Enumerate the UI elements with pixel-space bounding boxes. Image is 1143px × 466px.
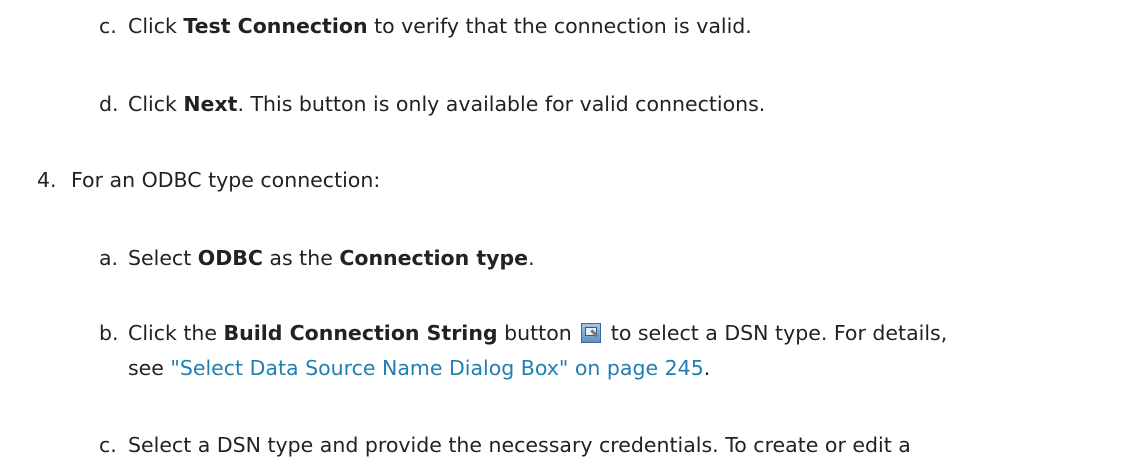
text: For an ODBC type connection:	[71, 168, 381, 192]
bold-text: Connection type	[339, 246, 529, 270]
bold-text: Build Connection String	[223, 321, 498, 345]
text: Select a DSN type and provide the necess…	[128, 433, 911, 457]
text: to select a DSN type. For details,	[604, 321, 948, 345]
bold-text: Test Connection	[183, 14, 368, 38]
step-marker-d: d.	[99, 92, 119, 116]
text: . This button is only available for vali…	[237, 92, 766, 116]
step-4-odbc-heading: For an ODBC type connection:	[71, 166, 380, 194]
build-connection-string-icon	[581, 323, 602, 343]
select-dsn-dialog-link[interactable]: "Select Data Source Name Dialog Box" on …	[170, 356, 703, 380]
text: Select	[128, 246, 198, 270]
text: Click	[128, 14, 184, 38]
bold-text: Next	[183, 92, 238, 116]
step-b-see-also: see "Select Data Source Name Dialog Box"…	[128, 354, 710, 382]
step-b-build-connection: Click the Build Connection String button…	[128, 319, 947, 347]
bold-text: ODBC	[197, 246, 263, 270]
step-c-test-connection: Click Test Connection to verify that the…	[128, 12, 752, 40]
step-c-select-dsn: Select a DSN type and provide the necess…	[128, 431, 911, 459]
text: to verify that the connection is valid.	[367, 14, 752, 38]
text: .	[528, 246, 535, 270]
text: Click	[128, 92, 184, 116]
step-marker-c-dsn: c.	[99, 433, 117, 457]
step-marker-a: a.	[99, 246, 119, 270]
text: .	[703, 356, 711, 380]
text: Click the	[128, 321, 224, 345]
step-marker-b: b.	[99, 321, 119, 345]
text: button	[497, 321, 579, 345]
text: as the	[262, 246, 340, 270]
text: see	[128, 356, 171, 380]
step-a-select-odbc: Select ODBC as the Connection type.	[128, 244, 535, 272]
step-marker-4: 4.	[37, 168, 57, 192]
step-marker-c: c.	[99, 14, 117, 38]
step-d-next: Click Next. This button is only availabl…	[128, 90, 765, 118]
